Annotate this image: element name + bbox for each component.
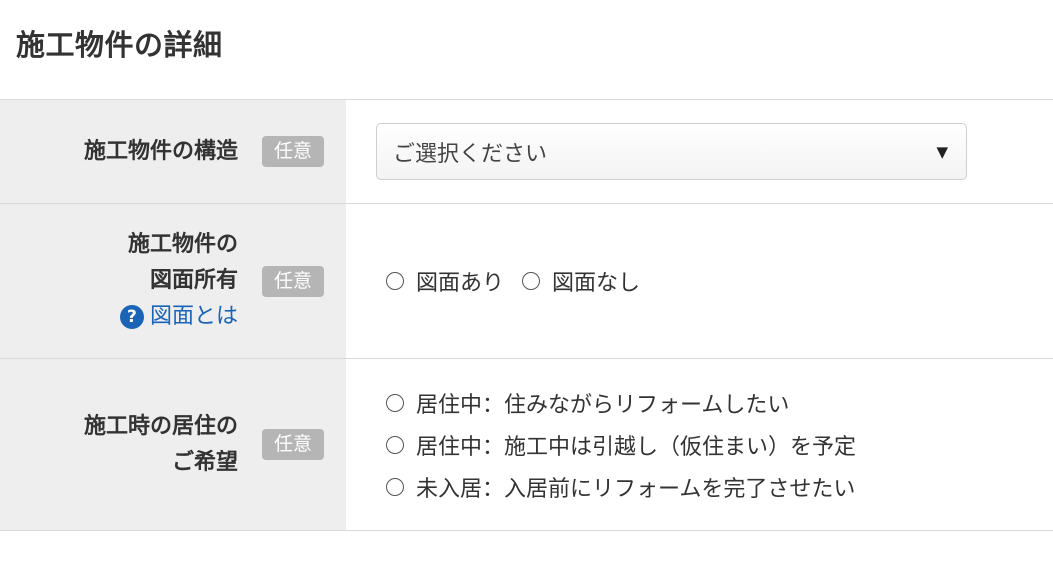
radio-circle-icon	[386, 477, 404, 496]
radio-drawing-yes[interactable]: 図面あり	[386, 265, 504, 297]
residence-label-line2: ご希望	[171, 449, 238, 475]
radio-residence-stay[interactable]: 居住中：住みながらリフォームしたい	[386, 382, 856, 424]
drawing-label-line1: 施工物件の	[127, 232, 238, 257]
optional-badge: 任意	[261, 265, 324, 297]
radio-label: 居住中：住みながらリフォームしたい	[416, 392, 790, 418]
radio-drawing-no[interactable]: 図面なし	[522, 265, 640, 297]
value-cell-residence: 居住中：住みながらリフォームしたい 居住中：施工中は引越し（仮住まい）を予定 未…	[346, 359, 1053, 530]
drawing-radio-group: 図面あり 図面なし	[376, 265, 658, 297]
question-icon: ?	[119, 305, 144, 329]
residence-label-line1: 施工時の居住の	[83, 413, 238, 439]
optional-badge: 任意	[261, 136, 324, 167]
form-row-structure: 施工物件の構造 任意 ご選択ください ▼	[0, 100, 1053, 204]
radio-label: 未入居：入居前にリフォームを完了させたい	[416, 476, 856, 502]
drawing-help-link[interactable]: ? 図面とは	[119, 299, 238, 335]
radio-circle-icon	[386, 435, 404, 454]
radio-residence-vacant[interactable]: 未入居：入居前にリフォームを完了させたい	[386, 466, 856, 508]
structure-label: 施工物件の構造	[83, 138, 238, 164]
label-cell-residence: 施工時の居住の ご希望 任意	[0, 359, 346, 530]
radio-label: 居住中：施工中は引越し（仮住まい）を予定	[416, 434, 857, 460]
radio-residence-temporary[interactable]: 居住中：施工中は引越し（仮住まい）を予定	[386, 424, 856, 466]
residence-radio-group: 居住中：住みながらリフォームしたい 居住中：施工中は引越し（仮住まい）を予定 未…	[376, 382, 874, 508]
radio-label: 図面なし	[552, 271, 641, 296]
form-row-residence: 施工時の居住の ご希望 任意 居住中：住みながらリフォームしたい 居住中：施工中…	[0, 359, 1053, 531]
optional-badge: 任意	[261, 429, 324, 460]
label-cell-drawing: 施工物件の 図面所有 ? 図面とは 任意	[0, 204, 346, 358]
dropdown-arrow-icon: ▼	[936, 142, 948, 161]
radio-circle-icon	[386, 393, 404, 412]
page-title: 施工物件の詳細	[16, 28, 223, 62]
radio-label: 図面あり	[416, 271, 505, 296]
drawing-label: 施工物件の 図面所有 ? 図面とは	[119, 227, 238, 335]
radio-circle-icon	[386, 272, 404, 290]
label-cell-structure: 施工物件の構造 任意	[0, 100, 346, 203]
drawing-help-text: 図面とは	[149, 304, 238, 329]
radio-circle-icon	[522, 272, 541, 290]
structure-select-value: ご選択ください	[393, 141, 548, 167]
value-cell-structure: ご選択ください ▼	[346, 100, 1053, 203]
value-cell-drawing: 図面あり 図面なし	[346, 204, 1053, 358]
drawing-label-line2: 図面所有	[149, 268, 238, 293]
details-form-table: 施工物件の構造 任意 ご選択ください ▼ 施工物件の 図面所有 ? 図面とは 任…	[0, 99, 1053, 531]
residence-label: 施工時の居住の ご希望	[84, 409, 238, 481]
form-row-drawing: 施工物件の 図面所有 ? 図面とは 任意 図面あり 図面なし	[0, 204, 1053, 359]
structure-select[interactable]: ご選択ください ▼	[376, 123, 967, 180]
